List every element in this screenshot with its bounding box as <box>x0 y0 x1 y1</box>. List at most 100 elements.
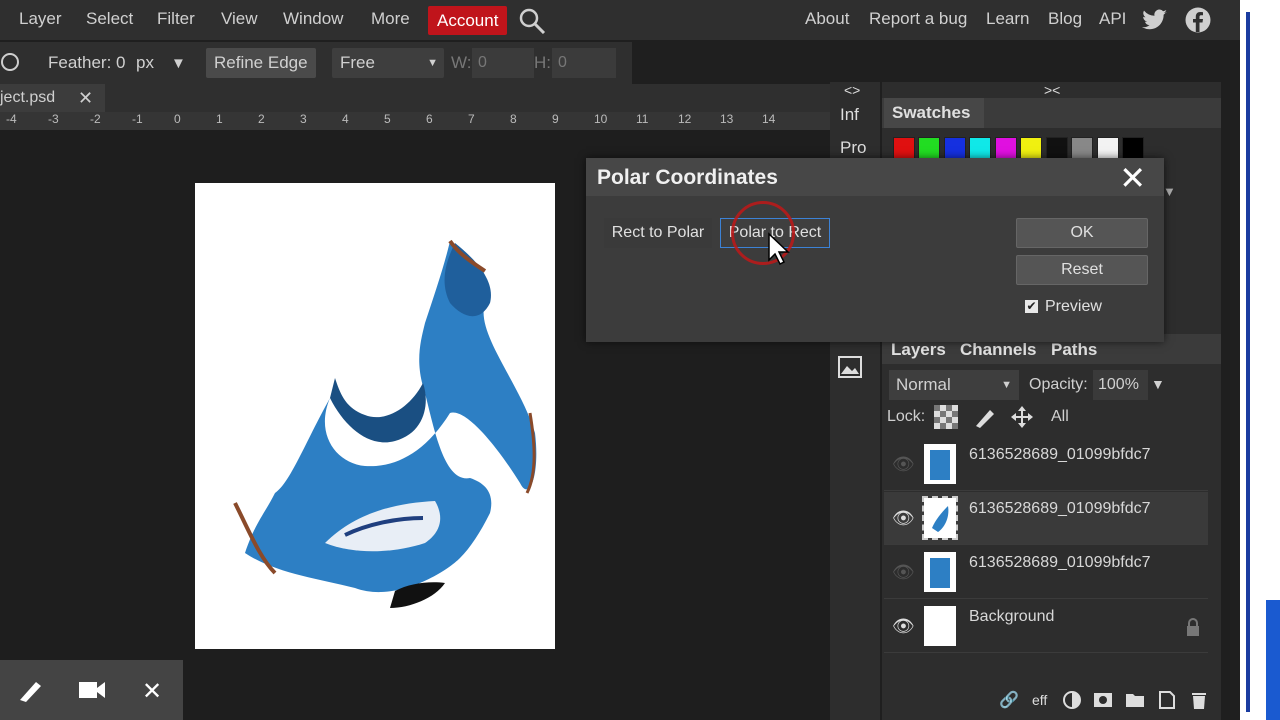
opacity-field[interactable]: 100% <box>1093 370 1148 400</box>
layer-name: 6136528689_01099bfdc7 <box>969 500 1151 517</box>
expand-panel-toggle[interactable]: <> <box>844 82 860 98</box>
info-panel-button[interactable]: Inf <box>840 105 859 125</box>
swatch-white[interactable] <box>1097 137 1119 159</box>
feather-value[interactable]: 0 <box>116 53 125 73</box>
layer-row-selected[interactable]: 👁 6136528689_01099bfdc7 <box>884 492 1208 545</box>
blend-mode-select[interactable]: Normal ▼ <box>889 370 1019 400</box>
link-icon[interactable]: 🔗 <box>999 690 1019 710</box>
menu-blog[interactable]: Blog <box>1048 9 1082 29</box>
collapse-panel-toggle[interactable]: >< <box>1044 82 1060 98</box>
feather-label: Feather: <box>48 53 112 72</box>
brush-icon[interactable] <box>16 676 44 709</box>
document-tab-bar <box>0 84 830 112</box>
twitter-icon[interactable] <box>1142 9 1168 36</box>
height-label: H: <box>534 53 551 72</box>
swatch-black-2[interactable] <box>1122 137 1144 159</box>
blend-mode-value: Normal <box>896 375 951 394</box>
properties-panel-button[interactable]: Pro <box>840 138 866 158</box>
mask-icon[interactable] <box>1093 690 1113 715</box>
tab-channels[interactable]: Channels <box>960 340 1037 360</box>
document-tab-name: ject.psd <box>0 89 56 106</box>
account-button[interactable]: Account <box>428 6 508 35</box>
ruler-tick: 7 <box>468 112 475 126</box>
bottom-tool-bar: ✕ <box>0 660 183 720</box>
adjustment-layer-icon[interactable] <box>1062 690 1082 715</box>
video-camera-icon[interactable] <box>78 679 106 706</box>
options-bar: Feather: 0 px ▼ Refine Edge Free ▼ W: 0 H… <box>0 42 632 84</box>
close-icon[interactable]: ✕ <box>1119 162 1146 194</box>
layer-row[interactable]: 👁 6136528689_01099bfdc7 <box>884 438 1208 491</box>
document-canvas[interactable] <box>195 183 555 649</box>
swatch-gray[interactable] <box>1071 137 1093 159</box>
reset-button[interactable]: Reset <box>1016 255 1148 285</box>
layer-thumbnail <box>924 444 956 484</box>
feather-unit: px <box>136 53 154 72</box>
ruler-tick: 13 <box>720 112 734 126</box>
swatches-menu-icon[interactable]: ▼ <box>1163 184 1176 199</box>
layer-thumbnail <box>924 552 956 592</box>
swatch-blue[interactable] <box>944 137 966 159</box>
tab-paths[interactable]: Paths <box>1051 340 1097 360</box>
polar-coordinates-dialog: Polar Coordinates ✕ Rect to Polar Polar … <box>586 158 1164 342</box>
width-field[interactable]: 0 <box>472 48 534 78</box>
menu-learn[interactable]: Learn <box>986 9 1029 29</box>
lock-all-label[interactable]: All <box>1051 408 1069 426</box>
opacity-dropdown-icon[interactable]: ▼ <box>1151 376 1165 392</box>
ok-button[interactable]: OK <box>1016 218 1148 248</box>
swatch-black[interactable] <box>1046 137 1068 159</box>
chevron-down-icon: ▼ <box>1001 379 1012 391</box>
selection-style-select[interactable]: Free ▼ <box>332 48 444 78</box>
menu-select[interactable]: Select <box>86 9 133 29</box>
ruler-tick: -3 <box>48 112 59 126</box>
close-tab-icon[interactable]: ✕ <box>78 84 93 112</box>
lock-transparency-icon[interactable] <box>934 405 958 434</box>
facebook-icon[interactable] <box>1185 7 1211 38</box>
ruler-tick: 14 <box>762 112 776 126</box>
rect-to-polar-button[interactable]: Rect to Polar <box>604 218 712 248</box>
lock-paint-brush-icon[interactable] <box>972 404 998 435</box>
feather-dropdown-icon[interactable]: ▼ <box>171 55 186 72</box>
menu-layer[interactable]: Layer <box>19 9 62 29</box>
preview-checkbox[interactable]: ✔ <box>1025 300 1038 313</box>
menu-window[interactable]: Window <box>283 9 343 29</box>
menu-view[interactable]: View <box>221 9 258 29</box>
new-layer-icon[interactable] <box>1157 690 1177 715</box>
layer-row[interactable]: 👁 6136528689_01099bfdc7 <box>884 546 1208 599</box>
eye-icon[interactable]: 👁 <box>892 508 915 529</box>
layer-name: 6136528689_01099bfdc7 <box>969 554 1151 571</box>
eye-icon[interactable]: 👁 <box>892 616 915 637</box>
menu-bar: Layer Select Filter View Window More Acc… <box>0 0 1240 40</box>
document-tab[interactable]: ject.psd ✕ <box>0 84 105 112</box>
close-icon[interactable]: ✕ <box>142 677 162 706</box>
swatch-red[interactable] <box>893 137 915 159</box>
menu-report-bug[interactable]: Report a bug <box>869 9 967 29</box>
refine-edge-button[interactable]: Refine Edge <box>206 48 316 78</box>
search-icon[interactable] <box>518 8 546 39</box>
menu-about[interactable]: About <box>805 9 849 29</box>
strip-border <box>1246 12 1250 712</box>
ruler-tick: -4 <box>6 112 17 126</box>
tab-layers[interactable]: Layers <box>891 340 946 360</box>
image-icon[interactable] <box>838 356 862 383</box>
lock-move-icon[interactable] <box>1010 405 1034 434</box>
effects-button[interactable]: eff <box>1032 692 1047 708</box>
folder-icon[interactable] <box>1125 690 1145 715</box>
lasso-icon[interactable] <box>0 52 22 79</box>
swatch-cyan[interactable] <box>969 137 991 159</box>
eye-icon[interactable]: 👁 <box>892 454 915 475</box>
swatch-green[interactable] <box>918 137 940 159</box>
layer-name: 6136528689_01099bfdc7 <box>969 446 1151 463</box>
menu-more[interactable]: More <box>371 9 410 29</box>
strip-block <box>1266 600 1280 720</box>
menu-filter[interactable]: Filter <box>157 9 195 29</box>
menu-api[interactable]: API <box>1099 9 1126 29</box>
eye-icon[interactable]: 👁 <box>892 562 915 583</box>
tab-swatches[interactable]: Swatches <box>884 98 984 128</box>
trash-icon[interactable] <box>1189 690 1209 715</box>
ruler-tick: 12 <box>678 112 692 126</box>
layers-footer: 🔗 eff <box>990 688 1220 712</box>
swatch-yellow[interactable] <box>1020 137 1042 159</box>
height-field[interactable]: 0 <box>552 48 616 78</box>
swatch-magenta[interactable] <box>995 137 1017 159</box>
layer-row-background[interactable]: 👁 Background <box>884 600 1208 653</box>
